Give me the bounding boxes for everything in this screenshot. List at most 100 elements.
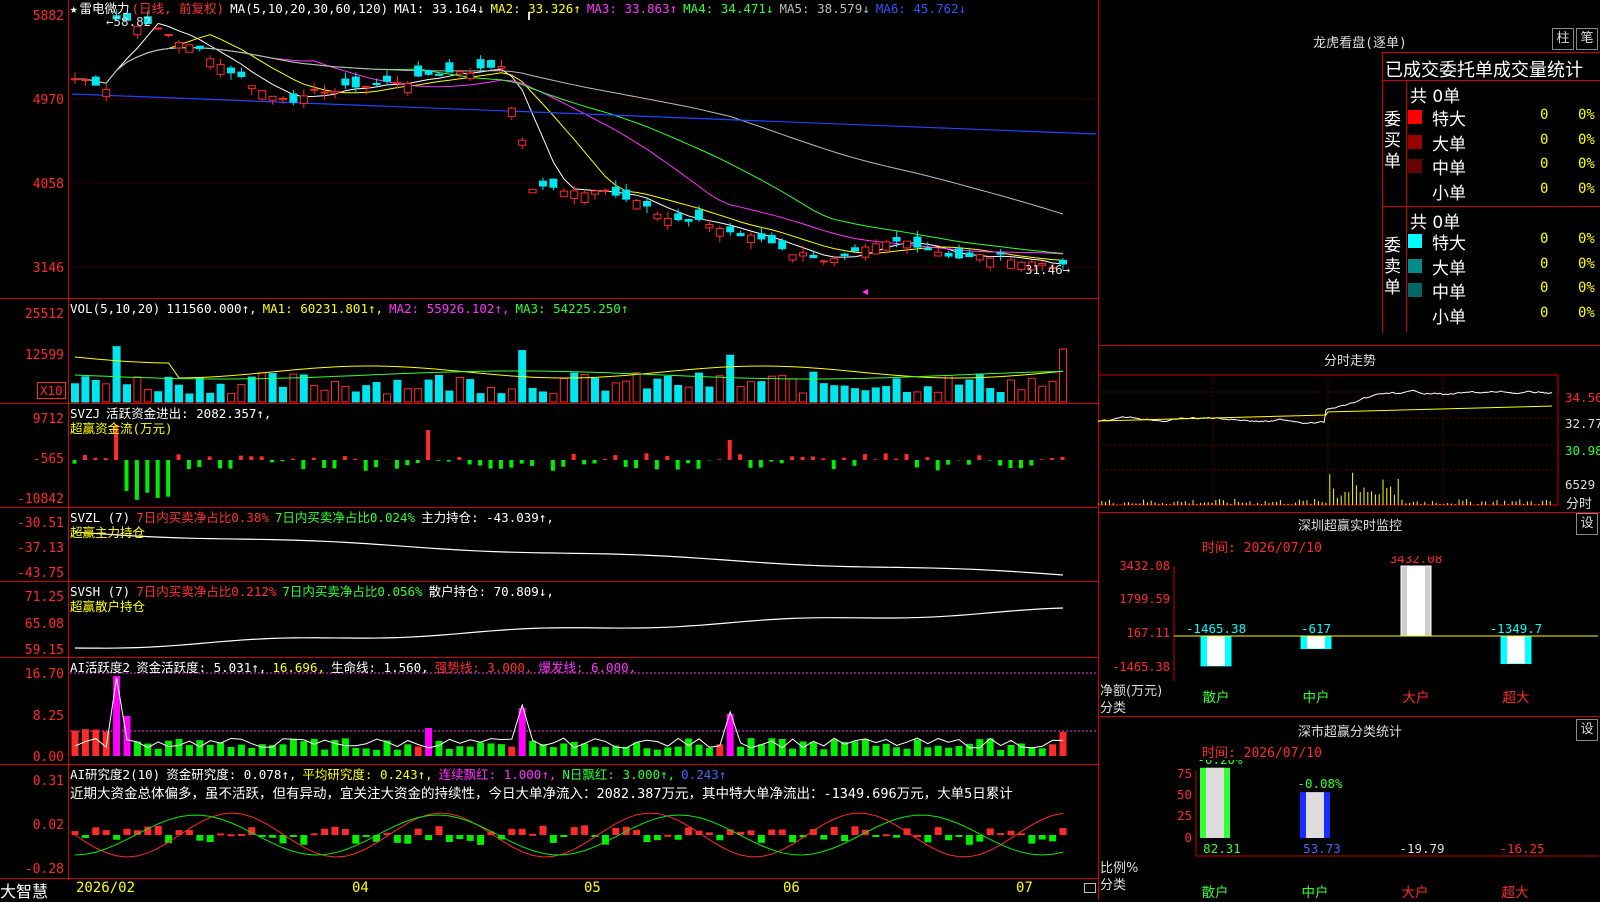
- research-bar: [581, 825, 588, 835]
- classify-title: 深市超赢分类统计: [1260, 721, 1440, 740]
- candle: [560, 191, 567, 197]
- ai2-tick: -0.28: [25, 862, 64, 877]
- research-bar: [914, 835, 921, 837]
- research-bar: [768, 830, 775, 835]
- candle: [508, 108, 515, 116]
- activity-bar: [446, 749, 453, 756]
- vol.header-item: MA2: 55926.102↑,: [389, 301, 509, 316]
- flow-bar: [925, 457, 929, 460]
- row-pct: 0%: [1578, 231, 1595, 247]
- candle: [789, 255, 796, 260]
- ma-value: MA5: 38.579↓: [779, 1, 869, 16]
- flow-bar: [1009, 460, 1013, 468]
- monitor-value: -617: [1301, 621, 1331, 636]
- activity-bar: [664, 747, 671, 756]
- candle: [716, 229, 723, 237]
- candle: [956, 249, 963, 258]
- candle: [165, 35, 172, 36]
- svzj-tick: -565: [33, 452, 64, 467]
- brand-logo: 大智慧: [0, 878, 48, 902]
- classify-chart[interactable]: 7550250-0.20%82.31散户-0.08%53.73中户-19.79大…: [1098, 760, 1600, 900]
- research-bar: [238, 834, 245, 836]
- svzj-subtitle: 超赢资金流(万元): [70, 421, 173, 437]
- vol-bar: [685, 387, 692, 402]
- vol.header-item: MA1: 60231.801↑,: [263, 301, 383, 316]
- research-bar: [945, 835, 952, 840]
- pen-mode-button[interactable]: 笔: [1576, 28, 1598, 50]
- lock-icon[interactable]: [1084, 883, 1096, 893]
- flow-bar: [457, 457, 461, 460]
- research-bar: [363, 835, 370, 837]
- flow-bar: [229, 460, 233, 469]
- research-bar: [550, 835, 557, 843]
- classify-settings-button[interactable]: 设: [1576, 719, 1598, 741]
- research-bar: [519, 829, 526, 835]
- flow-bar: [717, 459, 721, 460]
- candle: [664, 218, 671, 225]
- ai2-tick: 0.31: [33, 774, 64, 789]
- research-bar: [72, 831, 79, 835]
- vol-tick: 12599: [25, 348, 64, 363]
- research-bar: [935, 827, 942, 835]
- dragon-title: 龙虎看盘(逐单): [1260, 32, 1460, 51]
- candle: [228, 68, 235, 73]
- price-chart[interactable]: [0, 0, 1098, 900]
- ai2-header: AI研究度2(10)资金研究度: 0.078↑,平均研究度: 0.243↑,连续…: [70, 767, 732, 783]
- vol-bar: [852, 389, 859, 402]
- flow-bar: [83, 455, 87, 460]
- vol-bar: [134, 377, 141, 402]
- flow-bar: [780, 460, 784, 463]
- vol-bar: [696, 373, 703, 402]
- research-bar: [394, 835, 401, 843]
- monitor-tick: -1465.38: [1112, 660, 1170, 674]
- flow-bar: [395, 460, 399, 469]
- intraday-chart[interactable]: [1098, 370, 1600, 510]
- vol-bar: [436, 375, 443, 402]
- flow-bar: [364, 460, 368, 471]
- activity-bar: [644, 748, 651, 756]
- svsh-tick: 65.08: [25, 617, 64, 632]
- star-icon[interactable]: ★: [70, 1, 78, 16]
- svsh-header: SVSH (7)7日内买卖净占比0.212%7日内买卖净占比0.056%散户持仓…: [70, 584, 560, 600]
- vol-bar: [976, 374, 983, 402]
- flow-bar: [936, 460, 940, 470]
- monitor-settings-button[interactable]: 设: [1576, 513, 1598, 535]
- research-bar: [685, 827, 692, 835]
- monitor-chart[interactable]: 3432.081799.59167.11-1465.38-1465.38散户-6…: [1098, 556, 1600, 716]
- activity-bar: [207, 745, 214, 756]
- research-bar: [612, 828, 619, 835]
- candle: [841, 254, 848, 255]
- activity-bar: [519, 708, 526, 756]
- vol-bar: [384, 394, 391, 402]
- swatch: [1408, 184, 1422, 198]
- vol-bar: [540, 392, 547, 402]
- flow-bar: [333, 460, 337, 468]
- monitor-title: 深圳超赢实时监控: [1260, 515, 1440, 534]
- vol-bar: [737, 386, 744, 402]
- vol-bar: [1028, 378, 1035, 402]
- candle: [800, 253, 807, 256]
- research-bar: [820, 835, 827, 840]
- candle: [300, 96, 307, 104]
- candle: [519, 140, 526, 145]
- research-bar: [321, 829, 328, 835]
- svzj.line1-item: SVZJ: [70, 406, 100, 421]
- intraday-price-tick: 34.56: [1565, 390, 1600, 405]
- vol-bar: [675, 385, 682, 402]
- classify-category: 超大: [1502, 885, 1529, 900]
- activity-bar: [633, 743, 640, 756]
- buy-row: 小单00%: [1408, 179, 1598, 203]
- candle: [883, 242, 890, 250]
- swatch: [1408, 135, 1422, 149]
- svsh.line1-item: 7日内买卖净占比0.056%: [282, 584, 422, 599]
- flow-bar: [863, 454, 867, 460]
- candle: [737, 233, 744, 235]
- classify-bar-highlight: [1206, 768, 1224, 838]
- candle: [581, 193, 588, 203]
- bar-mode-button[interactable]: 柱: [1552, 28, 1574, 50]
- candle: [332, 91, 339, 93]
- candle: [1008, 260, 1015, 268]
- candle: [540, 181, 547, 186]
- x-label: 2026/02: [76, 880, 135, 896]
- activity-bar: [685, 738, 692, 756]
